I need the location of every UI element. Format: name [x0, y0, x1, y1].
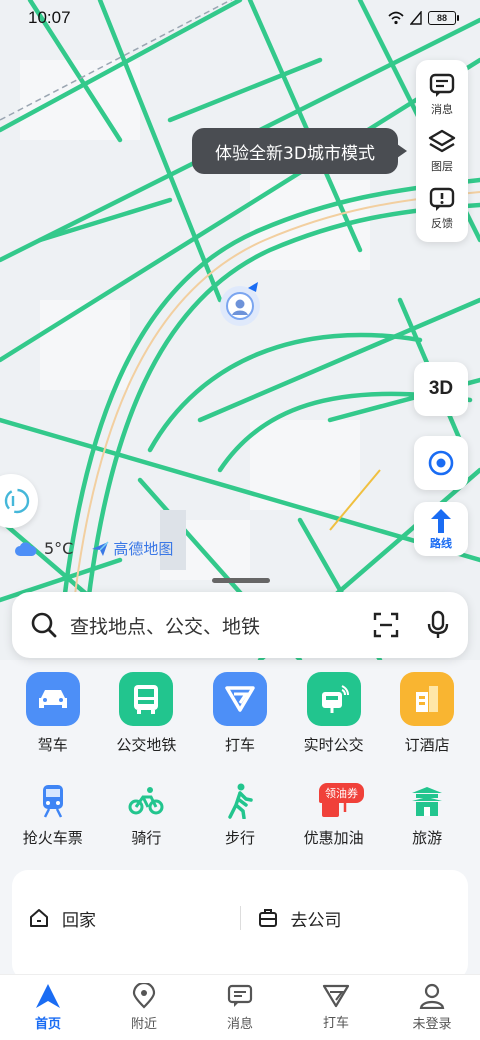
bottom-nav: 首页 附近 消息 打车 未登录 [0, 974, 480, 1040]
nav-profile-label: 未登录 [412, 1017, 452, 1032]
quick-bus-label: 公交地铁 [116, 736, 177, 754]
search-icon [31, 612, 57, 638]
quick-fuel-label: 优惠加油 [303, 829, 364, 847]
road-network [0, 0, 480, 660]
quick-taxi[interactable]: 打车 [194, 672, 286, 755]
quick-drive[interactable]: 驾车 [7, 672, 99, 755]
tool-layers-button[interactable]: 图层 [427, 128, 457, 174]
battery-indicator: 88 [428, 11, 459, 25]
locate-button[interactable] [414, 436, 468, 490]
route-button[interactable]: 路线 [414, 502, 468, 556]
layers-icon [428, 129, 456, 153]
nav-message-label: 消息 [226, 1017, 253, 1032]
nav-home[interactable]: 首页 [0, 983, 96, 1032]
weather-bar: 5°C 高德地图 [14, 538, 173, 559]
quick-train[interactable]: 抢火车票 [7, 781, 99, 848]
shortcut-card: 回家 去公司 [12, 870, 468, 980]
bus-icon [119, 672, 174, 726]
microphone-icon[interactable] [426, 610, 450, 640]
car-icon [25, 672, 80, 726]
city-badge-icon [4, 488, 30, 514]
quick-travel-label: 旅游 [412, 829, 443, 847]
fuel-coupon-badge[interactable]: 领油券 [319, 783, 364, 803]
go-home-button[interactable]: 回家 [12, 906, 240, 931]
signal-icon [410, 11, 422, 25]
scan-icon[interactable] [372, 611, 400, 639]
tool-message-label: 消息 [431, 103, 453, 117]
locate-icon [428, 450, 454, 476]
message-nav-icon [227, 984, 253, 1007]
nav-taxi[interactable]: 打车 [288, 984, 384, 1031]
route-label: 路线 [430, 536, 452, 550]
quick-row-primary: 驾车 公交地铁 打车 实时公交 订酒店 [0, 672, 480, 755]
train-icon [33, 781, 73, 821]
nav-taxi-label: 打车 [322, 1016, 349, 1031]
tooltip-text: 体验全新3D城市模式 [215, 143, 375, 164]
walk-icon [220, 781, 260, 821]
heading-arrow-icon [248, 282, 258, 292]
travel-icon [407, 781, 447, 821]
wifi-icon [388, 11, 404, 25]
tool-message-button[interactable]: 消息 [428, 71, 456, 117]
weather-temp: 5°C [44, 539, 74, 558]
status-time: 10:07 [28, 8, 71, 27]
quick-realtime-bus[interactable]: 实时公交 [288, 672, 380, 755]
quick-row-secondary: 抢火车票 骑行 步行 优惠加油 旅游 [0, 781, 480, 848]
quick-travel[interactable]: 旅游 [381, 781, 473, 848]
bus-stop-icon [306, 672, 361, 726]
quick-walk[interactable]: 步行 [194, 781, 286, 848]
nav-nearby-label: 附近 [130, 1017, 157, 1032]
home-nav-icon [36, 984, 60, 1008]
quick-taxi-label: 打车 [224, 736, 255, 754]
cloud-icon [15, 541, 37, 556]
route-arrow-icon [431, 508, 451, 533]
drag-handle[interactable] [212, 578, 270, 583]
go-company-button[interactable]: 去公司 [241, 906, 469, 931]
map-view[interactable] [0, 0, 480, 660]
nearby-icon [132, 983, 156, 1009]
tool-feedback-label: 反馈 [431, 216, 453, 230]
brand-name: 高德地图 [113, 540, 174, 558]
taxi-icon [212, 672, 267, 726]
map-tool-panel: 消息 图层 反馈 [416, 60, 468, 242]
search-bar[interactable]: 查找地点、公交、地铁 [12, 592, 468, 658]
quick-actions: 驾车 公交地铁 打车 实时公交 订酒店 抢火车票 骑行 步行 优惠加油 旅游 [0, 672, 480, 848]
quick-walk-label: 步行 [224, 829, 255, 847]
message-icon [429, 74, 455, 98]
current-location-marker [220, 282, 260, 326]
feedback-icon [429, 187, 455, 211]
nav-nearby[interactable]: 附近 [96, 983, 192, 1032]
user-icon [419, 983, 445, 1009]
bike-icon [126, 781, 166, 821]
quick-train-label: 抢火车票 [22, 829, 83, 847]
nav-profile[interactable]: 未登录 [384, 983, 480, 1032]
search-placeholder: 查找地点、公交、地铁 [70, 615, 261, 638]
briefcase-icon [258, 909, 277, 927]
quick-realtime-bus-label: 实时公交 [303, 736, 364, 754]
3d-mode-tooltip[interactable]: 体验全新3D城市模式 [192, 128, 407, 174]
amap-logo-icon [92, 540, 109, 556]
quick-bike[interactable]: 骑行 [100, 781, 192, 848]
status-bar: 10:07 88 [0, 0, 480, 36]
quick-drive-label: 驾车 [37, 736, 68, 754]
avatar-icon [232, 299, 248, 315]
3d-mode-button[interactable]: 3D [414, 362, 468, 416]
go-home-label: 回家 [62, 910, 96, 931]
hotel-icon [400, 672, 455, 726]
nav-home-label: 首页 [34, 1017, 61, 1032]
quick-bus[interactable]: 公交地铁 [100, 672, 192, 755]
quick-hotel-label: 订酒店 [404, 736, 450, 754]
brand-logo: 高德地图 [91, 538, 173, 559]
nav-message[interactable]: 消息 [192, 983, 288, 1032]
go-company-label: 去公司 [290, 910, 342, 931]
battery-level: 88 [436, 13, 447, 23]
quick-bike-label: 骑行 [131, 829, 162, 847]
3d-mode-label: 3D [428, 378, 454, 399]
taxi-nav-icon [322, 984, 350, 1008]
tool-layers-label: 图层 [431, 159, 453, 173]
tool-feedback-button[interactable]: 反馈 [428, 185, 456, 231]
quick-hotel[interactable]: 订酒店 [381, 672, 473, 755]
home-icon [30, 909, 48, 927]
